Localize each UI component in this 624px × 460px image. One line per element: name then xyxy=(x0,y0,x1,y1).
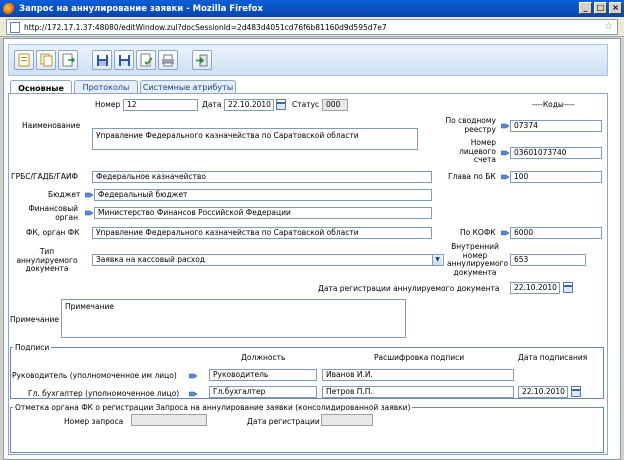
sign-row-label: Гл. бухгалтер (уполномоченное лицо) xyxy=(28,389,180,398)
data-reg-label: Дата регистрации аннулируемого документа xyxy=(318,284,500,293)
page-icon xyxy=(10,21,20,33)
reg-data-label: Дата регистрации xyxy=(247,417,320,426)
kofk-label: По КОФК xyxy=(460,228,496,237)
registration-legend: Отметка органа ФК о регистрации Запроса … xyxy=(15,403,411,412)
naimenovanie-field[interactable]: Управление Федерального казначейства по … xyxy=(92,128,418,150)
sign-row-label: Руководитель (уполномоченное им лицо) xyxy=(12,371,177,380)
check-doc-icon[interactable] xyxy=(136,50,156,70)
tag-icon xyxy=(501,229,510,237)
status-label: Статус xyxy=(292,100,320,109)
primechanie-label: Примечание xyxy=(10,315,59,324)
fin-organ-label: Финансовый орган xyxy=(28,204,78,222)
tag-icon xyxy=(85,191,94,199)
reg-nomer-field xyxy=(131,414,207,426)
firefox-icon xyxy=(3,2,15,15)
window-title: Запрос на аннулирование заявки - Mozilla… xyxy=(19,3,263,14)
chevron-down-icon[interactable]: ▼ xyxy=(432,255,442,265)
budget-label: Бюджет xyxy=(48,190,81,199)
kody-label: ----Коды---- xyxy=(532,100,575,109)
tag-icon xyxy=(85,209,94,217)
col-date-header: Дата подписания xyxy=(518,353,588,362)
data-label: Дата xyxy=(202,100,222,109)
grbs-field[interactable]: Федеральное казначейство xyxy=(92,171,432,183)
url-field[interactable]: http://172.17.1.37:48080/editWindow.zul?… xyxy=(6,19,618,35)
nomer-label: Номер xyxy=(95,100,121,109)
tab-strip: Основные Протоколы Системные атрибуты xyxy=(8,80,608,95)
new-doc-icon[interactable] xyxy=(14,50,34,70)
tag-icon xyxy=(189,372,198,380)
close-button[interactable]: × xyxy=(609,2,622,14)
reg-nomer-label: Номер запроса xyxy=(64,417,124,426)
sign-position-field[interactable]: Руководитель xyxy=(209,369,317,381)
grbs-label: ГРБС/ГАДБ/ГАИФ xyxy=(11,172,79,181)
glava-label: Глава по БК xyxy=(448,172,496,181)
calendar-icon[interactable] xyxy=(563,282,573,293)
tag-icon xyxy=(501,122,510,130)
glava-field[interactable]: 100 xyxy=(510,171,602,183)
copy-doc-icon[interactable] xyxy=(36,50,56,70)
vnutr-field[interactable]: 653 xyxy=(510,254,586,266)
reg-data-field xyxy=(321,414,373,426)
fin-organ-field[interactable]: Министерство Финансов Российской Федерац… xyxy=(94,207,432,219)
nomer-field[interactable]: 12 xyxy=(123,99,198,111)
primechanie-field[interactable]: Примечание xyxy=(61,299,406,338)
print-icon[interactable] xyxy=(158,50,178,70)
toolbar xyxy=(8,44,608,76)
licevoy-label: Номер лицевого счета xyxy=(459,138,496,164)
budget-field[interactable]: Федеральный бюджет xyxy=(94,189,432,201)
registration-fieldset: Отметка органа ФК о регистрации Запроса … xyxy=(10,403,604,453)
calendar-icon[interactable] xyxy=(571,386,581,397)
tip-dropdown[interactable]: Заявка на кассовый расход ▼ xyxy=(92,254,444,266)
tag-icon xyxy=(501,149,510,157)
signatures-legend: Подписи xyxy=(15,343,50,352)
calendar-icon[interactable] xyxy=(276,99,286,110)
sign-name-field[interactable]: Петров П.П. xyxy=(322,386,514,398)
licevoy-field[interactable]: 03601073740 xyxy=(510,147,602,159)
fk-label: ФК, орган ФК xyxy=(26,228,80,237)
tip-value: Заявка на кассовый расход xyxy=(96,255,205,264)
save-icon[interactable] xyxy=(92,50,112,70)
svodny-reestr-label: По сводному реестру xyxy=(445,116,496,134)
sign-position-field[interactable]: Гл.бухгалтер xyxy=(209,386,317,398)
tip-label: Тип аннулируемого документа xyxy=(16,247,78,273)
maximize-button[interactable]: □ xyxy=(594,2,607,14)
sign-date-field[interactable]: 22.10.2010 xyxy=(518,386,568,398)
col-position-header: Должность xyxy=(241,353,286,362)
fk-field[interactable]: Управление Федерального казначейства по … xyxy=(92,227,432,239)
tab-protokoly[interactable]: Протоколы xyxy=(74,80,138,94)
col-decode-header: Расшифровка подписи xyxy=(374,353,465,362)
status-field: 000 xyxy=(322,99,348,111)
sign-name-field[interactable]: Иванов И.И. xyxy=(322,369,514,381)
minimize-button[interactable]: _ xyxy=(579,2,592,14)
kofk-field[interactable]: 6000 xyxy=(510,227,602,239)
tag-icon xyxy=(501,173,510,181)
tab-sistemnye-atributy[interactable]: Системные атрибуты xyxy=(140,80,236,94)
bookmark-star-icon[interactable]: ☆ xyxy=(604,21,613,32)
url-text: http://172.17.1.37:48080/editWindow.zul?… xyxy=(24,22,387,32)
export-icon[interactable] xyxy=(58,50,78,70)
exit-icon[interactable] xyxy=(192,50,212,70)
data-field[interactable]: 22.10.2010 xyxy=(224,99,274,111)
save-close-icon[interactable] xyxy=(114,50,134,70)
address-bar: http://172.17.1.37:48080/editWindow.zul?… xyxy=(0,17,624,37)
svodny-reestr-field[interactable]: 07374 xyxy=(510,120,602,132)
window-titlebar: Запрос на аннулирование заявки - Mozilla… xyxy=(0,0,624,17)
vnutr-label: Внутренний номер аннулируемого документа xyxy=(447,242,509,277)
data-reg-field[interactable]: 22.10.2010 xyxy=(510,282,560,294)
naimenovanie-label: Наименование xyxy=(22,121,81,130)
tag-icon xyxy=(189,390,198,398)
